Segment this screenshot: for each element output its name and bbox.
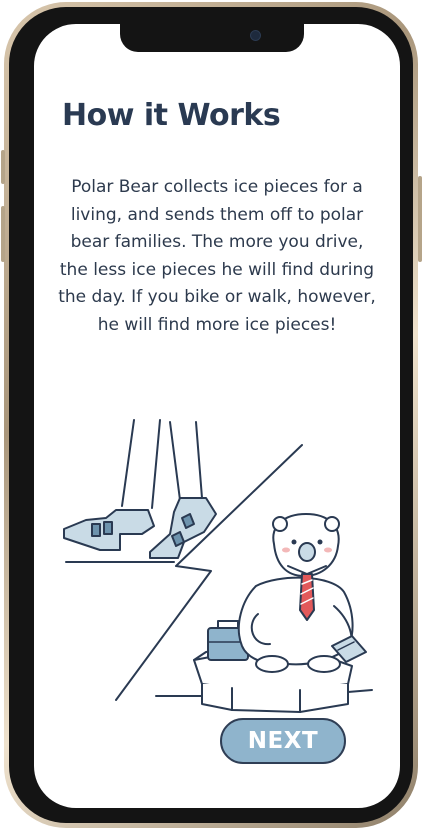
camera-icon <box>250 30 261 41</box>
how-it-works-illustration <box>63 419 373 713</box>
walking-feet-icon <box>63 419 217 563</box>
phone-notch <box>120 24 304 52</box>
page-title: How it Works <box>62 98 281 133</box>
description-text: Polar Bear collects ice pieces for a liv… <box>58 177 376 335</box>
side-button-left <box>1 206 5 262</box>
side-button-right <box>418 176 422 262</box>
app-screen: How it Works Polar Bear collects ice pie… <box>34 24 400 808</box>
next-button[interactable]: NEXT <box>220 718 346 764</box>
side-button-left <box>1 150 5 184</box>
